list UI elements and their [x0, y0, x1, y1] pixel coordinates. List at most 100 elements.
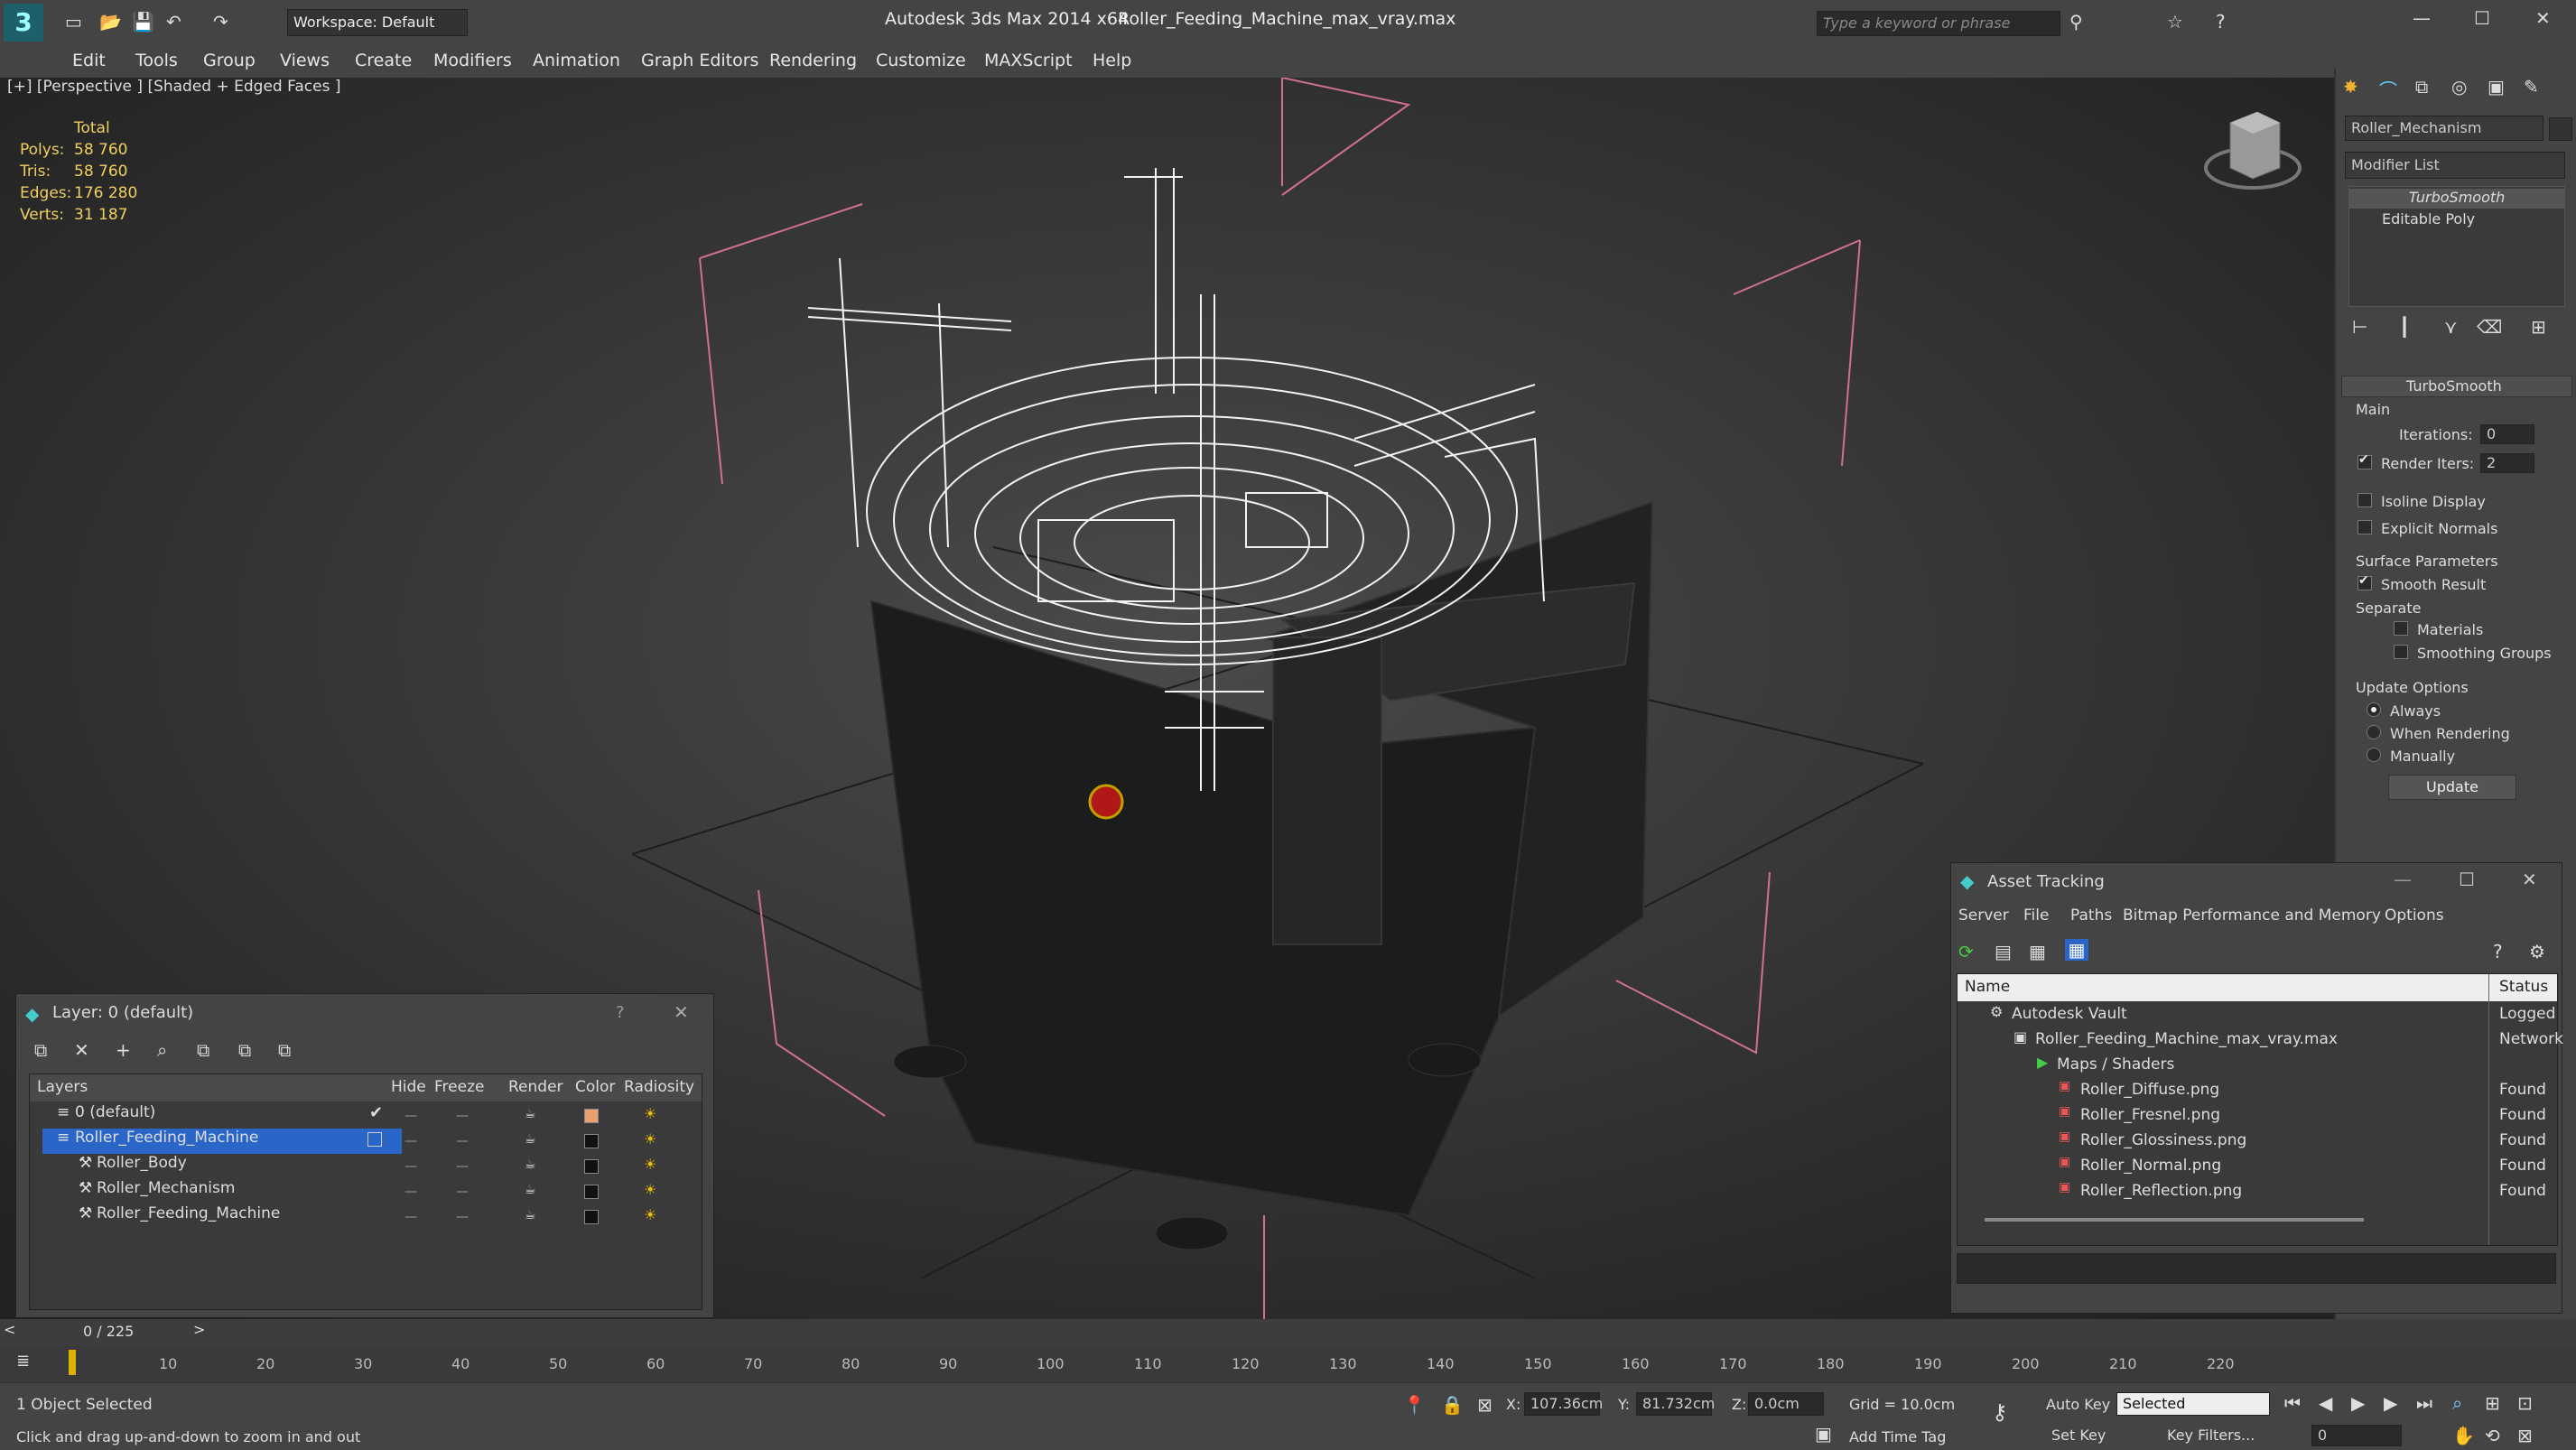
- modifier-list-dropdown[interactable]: Modifier List: [2345, 152, 2565, 179]
- asset-close-icon[interactable]: ✕: [2522, 869, 2537, 890]
- layer-window-close-icon[interactable]: ✕: [674, 1001, 689, 1023]
- hide-all-icon[interactable]: ⧉: [238, 1039, 251, 1061]
- open-file-icon[interactable]: 📂: [99, 11, 122, 33]
- add-time-tag[interactable]: Add Time Tag: [1849, 1428, 1946, 1445]
- layer-color-swatch[interactable]: [584, 1134, 599, 1148]
- freeze-toggle[interactable]: —: [456, 1210, 469, 1224]
- time-slider[interactable]: < 0 / 225 >: [0, 1319, 2576, 1346]
- modify-tab-icon[interactable]: ⌒: [2379, 76, 2397, 102]
- asset-row-texture[interactable]: Roller_Diffuse.png: [2080, 1081, 2219, 1099]
- render-teapot-icon[interactable]: ☕: [525, 1183, 536, 1197]
- layer-color-swatch[interactable]: [584, 1210, 599, 1224]
- layer-row[interactable]: ≡ 0 (default): [42, 1103, 402, 1129]
- hierarchy-tab-icon[interactable]: ⧉: [2415, 76, 2428, 98]
- update-button[interactable]: Update: [2388, 775, 2516, 800]
- track-bar-toggle-icon[interactable]: ≣: [16, 1352, 30, 1371]
- viewport-label[interactable]: [+] [Perspective ] [Shaded + Edged Faces…: [7, 78, 340, 96]
- highlight-layer-icon[interactable]: ⧉: [197, 1039, 209, 1061]
- active-layer-check-icon[interactable]: ✔: [369, 1103, 383, 1122]
- asset-col-status[interactable]: Status: [2499, 978, 2548, 996]
- render-iters-checkbox[interactable]: [2357, 452, 2372, 469]
- menu-help[interactable]: Help: [1093, 51, 1131, 70]
- render-teapot-icon[interactable]: ☕: [525, 1132, 536, 1147]
- app-logo-icon[interactable]: 3: [4, 4, 43, 42]
- asset-row-vault[interactable]: Autodesk Vault: [2012, 1005, 2127, 1023]
- menu-animation[interactable]: Animation: [533, 51, 620, 70]
- asset-maximize-icon[interactable]: ☐: [2459, 869, 2475, 890]
- list-view-icon[interactable]: ▤: [1995, 941, 2012, 962]
- hide-toggle[interactable]: —: [405, 1134, 417, 1148]
- track-bar[interactable]: ≣ 10 20 30 40 50 60 70 80 90 100 110 120 130 140 150 16…: [0, 1346, 2576, 1382]
- hide-toggle[interactable]: —: [405, 1159, 417, 1174]
- layer-window-help-icon[interactable]: ?: [616, 1003, 625, 1022]
- layer-active-checkbox[interactable]: [367, 1132, 382, 1147]
- y-coordinate-field[interactable]: 81.732cm: [1636, 1392, 1715, 1416]
- asset-row-texture[interactable]: Roller_Glossiness.png: [2080, 1131, 2246, 1149]
- table-view-icon[interactable]: ▦: [2065, 939, 2088, 961]
- col-render[interactable]: Render: [508, 1078, 563, 1096]
- configure-sets-icon[interactable]: ⊞: [2531, 316, 2546, 338]
- tree-view-icon[interactable]: ▦: [2029, 941, 2046, 962]
- freeze-toggle[interactable]: —: [456, 1185, 469, 1199]
- auto-key-button[interactable]: Auto Key: [2046, 1396, 2110, 1413]
- asset-minimize-icon[interactable]: —: [2394, 869, 2412, 890]
- refresh-icon[interactable]: ⟳: [1958, 941, 1974, 962]
- zoom-icon[interactable]: ⌕: [2452, 1392, 2462, 1414]
- star-icon[interactable]: ☆: [2167, 11, 2183, 33]
- remove-modifier-icon[interactable]: ⌫: [2477, 316, 2502, 338]
- next-frame-icon[interactable]: ▶: [2384, 1392, 2397, 1414]
- hide-toggle[interactable]: —: [405, 1210, 417, 1224]
- layer-object-row[interactable]: ⚒ Roller_Mechanism: [42, 1179, 402, 1204]
- goto-end-icon[interactable]: ⏭: [2416, 1392, 2432, 1414]
- freeze-toggle[interactable]: —: [456, 1134, 469, 1148]
- asset-help-icon[interactable]: ?: [2493, 941, 2503, 962]
- key-filters-button[interactable]: Key Filters...: [2167, 1427, 2255, 1444]
- stack-item-turbosmooth[interactable]: TurboSmooth: [2349, 189, 2564, 209]
- when-rendering-radio[interactable]: [2367, 725, 2381, 739]
- minimize-icon[interactable]: —: [2413, 7, 2431, 29]
- make-unique-icon[interactable]: ⋎: [2444, 316, 2458, 338]
- layer-object-row[interactable]: ⚒ Roller_Body: [42, 1154, 402, 1179]
- isoline-display-checkbox[interactable]: [2357, 493, 2372, 507]
- col-freeze[interactable]: Freeze: [434, 1078, 484, 1096]
- radiosity-lamp-icon[interactable]: ☀: [644, 1206, 656, 1223]
- asset-path-field[interactable]: [1957, 1253, 2556, 1284]
- lock-selection-icon[interactable]: 🔒: [1441, 1394, 1464, 1416]
- field-of-view-icon[interactable]: ⊡: [2517, 1392, 2533, 1414]
- key-icon[interactable]: ⚷: [1992, 1399, 2008, 1425]
- prev-frame-icon[interactable]: ◀: [2319, 1392, 2332, 1414]
- manually-radio[interactable]: [2367, 748, 2381, 762]
- freeze-all-icon[interactable]: ⧉: [278, 1039, 291, 1061]
- add-to-layer-icon[interactable]: +: [116, 1039, 131, 1061]
- play-icon[interactable]: ▶: [2351, 1392, 2365, 1414]
- selection-set-dropdown[interactable]: Selected: [2116, 1392, 2270, 1416]
- render-teapot-icon[interactable]: ☕: [525, 1208, 536, 1222]
- create-tab-icon[interactable]: ✸: [2343, 76, 2358, 98]
- object-color-swatch[interactable]: [2549, 117, 2572, 141]
- close-icon[interactable]: ✕: [2535, 7, 2551, 29]
- materials-checkbox[interactable]: [2394, 621, 2408, 636]
- menu-maxscript[interactable]: MAXScript: [984, 51, 1073, 70]
- zoom-extents-icon[interactable]: ⊞: [2485, 1392, 2500, 1414]
- freeze-toggle[interactable]: —: [456, 1159, 469, 1174]
- set-key-button[interactable]: Set Key: [2051, 1427, 2106, 1444]
- layer-color-swatch[interactable]: [584, 1109, 599, 1123]
- menu-views[interactable]: Views: [280, 51, 330, 70]
- select-layer-icon[interactable]: ⌕: [157, 1039, 167, 1061]
- binoculars-icon[interactable]: ⚲: [2069, 11, 2083, 33]
- menu-create[interactable]: Create: [355, 51, 412, 70]
- col-color[interactable]: Color: [575, 1078, 615, 1096]
- asset-menu-bitmap[interactable]: Bitmap Performance and Memory: [2123, 906, 2381, 925]
- maximize-viewport-icon[interactable]: ⊠: [2517, 1425, 2533, 1446]
- layer-object-row[interactable]: ⚒ Roller_Feeding_Machine: [42, 1204, 402, 1230]
- asset-row-max-file[interactable]: Roller_Feeding_Machine_max_vray.max: [2035, 1030, 2338, 1048]
- menu-rendering[interactable]: Rendering: [769, 51, 857, 70]
- new-file-icon[interactable]: ▭: [65, 11, 82, 33]
- absolute-mode-icon[interactable]: ⊠: [1477, 1394, 1493, 1416]
- time-slider-frame[interactable]: 0 / 225: [83, 1323, 134, 1340]
- col-radiosity[interactable]: Radiosity: [624, 1078, 694, 1096]
- radiosity-lamp-icon[interactable]: ☀: [644, 1156, 656, 1173]
- undo-icon[interactable]: ↶: [166, 11, 181, 33]
- freeze-toggle[interactable]: —: [456, 1109, 469, 1123]
- time-tag-icon[interactable]: ▣: [1815, 1423, 1832, 1445]
